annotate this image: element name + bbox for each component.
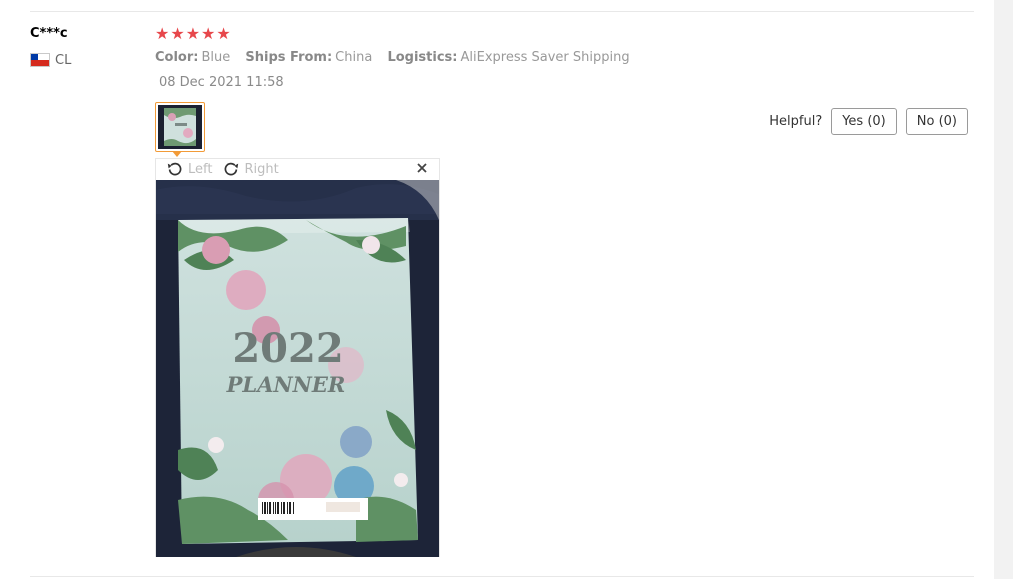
reviewer-country: CL [30,52,71,68]
close-viewer-button[interactable] [415,161,429,175]
rotate-left-icon [167,162,182,176]
review-photo: 2022 PLANNER [156,180,439,557]
planner-thumbnail-image [158,105,202,149]
thumbnail-caret [172,151,182,157]
planner-photo-image: 2022 PLANNER [156,180,439,557]
review-divider-bottom [30,576,974,577]
review-date: 08 Dec 2021 11:58 [159,75,284,90]
attribute-color: Color: Blue [155,50,231,65]
review-photo-thumbnail[interactable] [155,102,205,152]
helpful-yes-button[interactable]: Yes (0) [831,108,897,135]
star-icon: ★ [170,24,185,43]
planner-title-text: PLANNER [226,372,346,397]
close-icon [417,163,427,173]
photo-viewer-toolbar: Left Right [156,159,439,179]
rotate-right-icon [225,162,239,176]
review-divider [30,11,974,12]
chile-flag-icon [30,53,50,67]
star-icon: ★ [185,24,201,43]
helpful-section: Helpful? Yes (0) No (0) [769,108,968,135]
rotate-right-label: Right [244,161,279,177]
planner-year-text: 2022 [232,325,343,372]
helpful-no-button[interactable]: No (0) [905,108,968,135]
rotate-right-button[interactable]: Right [222,160,279,178]
attribute-logistics: Logistics: AliExpress Saver Shipping [387,50,630,65]
country-code: CL [55,52,72,68]
star-rating: ★ ★ ★ ★ ★ [155,26,231,42]
page-scroll-gutter [994,0,1013,579]
star-icon: ★ [155,24,170,43]
star-icon: ★ [201,24,216,43]
attribute-ships-from: Ships From: China [245,50,373,65]
order-attributes: Color: Blue Ships From: China Logistics: Al… [155,50,641,65]
photo-viewer: Left Right 2022 PLANNER [155,158,440,557]
rotate-left-button[interactable]: Left [166,160,212,178]
reviewer-name: C***c [30,26,68,41]
helpful-label: Helpful? [769,114,823,129]
rotate-left-label: Left [188,161,213,177]
star-icon: ★ [216,24,231,43]
